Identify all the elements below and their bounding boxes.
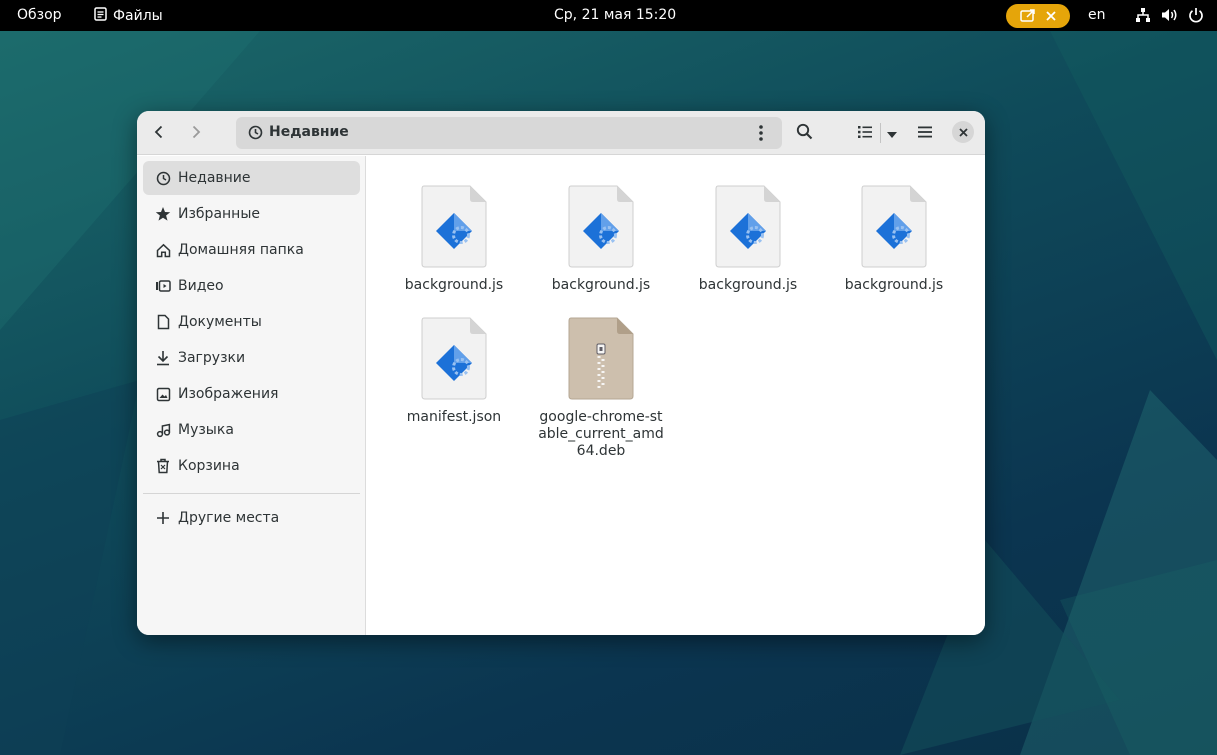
sidebar-item-documents[interactable]: Документы [143,305,360,339]
clock[interactable]: Ср, 21 мая 15:20 [554,7,676,23]
recent-icon [248,125,263,144]
document-icon [154,313,172,331]
sidebar-item-label: Изображения [178,386,279,402]
back-button[interactable] [146,120,172,146]
file-item[interactable]: background.js [384,184,524,294]
location-bar[interactable]: Недавние [236,117,782,149]
file-item[interactable]: background.js [824,184,964,294]
plus-icon [154,509,172,527]
file-name: background.js [404,277,504,293]
main-menu-icon [917,124,933,143]
screencast-icon [1020,9,1036,23]
forward-button[interactable] [183,120,209,146]
close-icon [958,127,968,137]
file-item[interactable]: background.js [678,184,818,294]
sidebar-item-label: Музыка [178,422,234,438]
trash-icon [154,457,172,475]
files-window: Недавние Недавние Избранные Домашняя пап… [137,111,985,635]
recent-icon [154,169,172,187]
music-icon [154,421,172,439]
sidebar-item-label: Загрузки [178,350,246,366]
app-menu[interactable]: Файлы [94,7,163,25]
sidebar-item-recent[interactable]: Недавние [143,161,360,195]
file-name: manifest.json [406,409,502,425]
sidebar-item-music[interactable]: Музыка [143,413,360,447]
home-icon [154,241,172,259]
volume-icon [1161,7,1178,23]
system-menu[interactable] [1135,7,1204,23]
list-view-button[interactable] [852,120,878,146]
view-options-button[interactable] [879,120,905,146]
star-icon [154,205,172,223]
script-file-icon [420,184,488,268]
script-file-icon [567,184,635,268]
download-icon [154,349,172,367]
close-button[interactable] [952,121,974,143]
file-name: google-chrome-stable_current_amd64.deb [538,409,664,459]
sidebar-item-label: Документы [178,314,262,330]
archive-file-icon [567,316,635,400]
view-options-icon [886,124,898,143]
list-view-icon [857,124,873,143]
sidebar-item-other-locations[interactable]: Другие места [143,501,360,535]
forward-icon [190,124,202,143]
search-button[interactable] [791,120,817,146]
sidebar-item-label: Другие места [178,510,280,526]
sidebar-item-label: Недавние [178,170,251,186]
sidebar-item-home[interactable]: Домашняя папка [143,233,360,267]
file-item[interactable]: background.js [531,184,671,294]
location-label: Недавние [269,124,349,140]
script-file-icon [714,184,782,268]
stop-icon[interactable] [1046,11,1056,21]
sidebar-item-downloads[interactable]: Загрузки [143,341,360,375]
top-bar: Обзор Файлы Ср, 21 мая 15:20 en [0,0,1217,31]
script-file-icon [420,316,488,400]
search-icon [796,123,813,144]
sidebar-item-label: Домашняя папка [178,242,304,258]
network-icon [1135,7,1151,23]
main-menu-button[interactable] [912,120,938,146]
file-item[interactable]: manifest.json [384,316,524,426]
sidebar-divider [143,493,360,494]
files-app-icon [94,7,107,25]
sidebar-item-label: Корзина [178,458,240,474]
sidebar-item-label: Видео [178,278,224,294]
power-icon [1188,7,1204,23]
language-indicator[interactable]: en [1088,7,1106,23]
sidebar-item-pictures[interactable]: Изображения [143,377,360,411]
activities-button[interactable]: Обзор [17,7,62,23]
sidebar: Недавние Избранные Домашняя папка Видео … [137,156,366,635]
sidebar-item-starred[interactable]: Избранные [143,197,360,231]
file-name: background.js [844,277,944,293]
header-bar: Недавние [137,111,985,155]
script-file-icon [860,184,928,268]
file-name: background.js [551,277,651,293]
sidebar-item-videos[interactable]: Видео [143,269,360,303]
file-item[interactable]: google-chrome-stable_current_amd64.deb [531,316,671,460]
screencast-indicator[interactable] [1006,4,1070,28]
back-icon [153,124,165,143]
image-icon [154,385,172,403]
sidebar-item-label: Избранные [178,206,260,222]
file-name: background.js [698,277,798,293]
sidebar-item-trash[interactable]: Корзина [143,449,360,483]
app-name: Файлы [113,8,163,24]
path-menu-icon[interactable] [758,124,764,146]
video-icon [154,277,172,295]
file-grid: background.js background.js background.j… [367,156,985,635]
